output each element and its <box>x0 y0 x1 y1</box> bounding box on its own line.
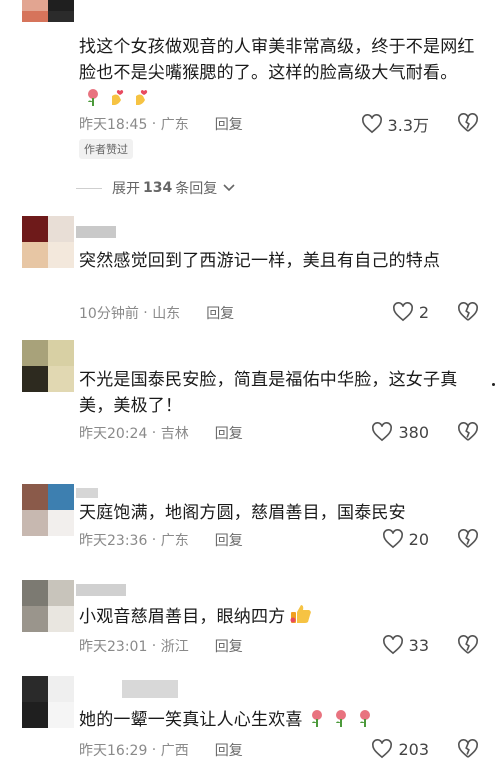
reply-button[interactable]: 回复 <box>206 303 234 323</box>
rose-icon <box>355 708 375 736</box>
hand-heart-icon <box>107 87 127 115</box>
comment-time: 昨天18:45 <box>79 117 148 133</box>
comment-text: 不光是国泰民安脸，简直是福佑中华脸，这女子真美，美极了！ <box>79 370 458 416</box>
broken-heart-icon <box>458 529 478 548</box>
comment-text: 找这个女孩做观音的人审美非常高级，终于不是网红脸也不是尖嘴猴腮的了。这样的脸高级… <box>79 34 479 115</box>
comment-location: 广东 <box>160 117 189 133</box>
comment-time: 昨天20:24 <box>79 426 148 442</box>
dislike-button[interactable] <box>457 635 479 659</box>
like-button[interactable]: 380 <box>371 422 429 442</box>
comment-time: 10分钟前 <box>79 306 139 322</box>
avatar[interactable] <box>22 216 74 268</box>
avatar[interactable] <box>22 676 74 728</box>
comment-meta: 昨天23:01 · 浙江 回复 <box>79 636 243 656</box>
divider <box>76 187 102 189</box>
rose-icon <box>83 87 103 115</box>
broken-heart-icon <box>458 739 478 758</box>
comment-text: 天庭饱满，地阁方圆，慈眉善目，国泰民安 <box>79 503 406 523</box>
comment-text: 小观音慈眉善目，眼纳四方 <box>79 603 479 633</box>
broken-heart-icon <box>458 422 478 441</box>
like-button[interactable]: 33 <box>382 635 429 655</box>
broken-heart-icon <box>458 635 478 654</box>
dislike-button[interactable] <box>457 739 479 763</box>
reply-button[interactable]: 回复 <box>215 530 243 550</box>
dislike-button[interactable] <box>457 113 479 137</box>
comment-meta: 昨天20:24 · 吉林 回复 <box>79 423 243 443</box>
comment-location: 吉林 <box>160 426 189 442</box>
blurred-username <box>76 226 116 238</box>
blurred-username <box>76 488 98 498</box>
like-count: 203 <box>398 739 429 759</box>
heart-icon <box>372 739 393 759</box>
heart-icon <box>392 302 413 322</box>
blurred-username <box>122 680 178 698</box>
dislike-button[interactable] <box>457 529 479 553</box>
comment-location: 广东 <box>160 533 189 549</box>
comment-time: 昨天23:36 <box>79 533 148 549</box>
like-button[interactable]: 2 <box>392 302 429 322</box>
heart-icon <box>361 114 382 134</box>
like-count: 380 <box>398 422 429 442</box>
reply-button[interactable]: 回复 <box>215 740 243 760</box>
dislike-button[interactable] <box>457 422 479 446</box>
rose-icon <box>307 708 327 736</box>
comment-text: 她的一颦一笑真让人心生欢喜 <box>79 707 479 736</box>
chevron-down-icon <box>223 180 235 196</box>
avatar[interactable] <box>22 0 74 22</box>
comment-meta: 昨天16:29 · 广西 回复 <box>79 740 243 760</box>
avatar[interactable] <box>22 340 74 392</box>
comment-location: 山东 <box>152 306 181 322</box>
blurred-username <box>76 584 126 596</box>
like-button[interactable]: 20 <box>382 529 429 549</box>
rose-icon <box>331 708 351 736</box>
dislike-button[interactable] <box>457 302 479 326</box>
like-count: 20 <box>408 529 429 549</box>
expand-replies-button[interactable]: 展开 134 条回复 <box>76 178 235 198</box>
comment-location: 浙江 <box>160 639 189 655</box>
reply-button[interactable]: 回复 <box>215 636 243 656</box>
comment-time: 昨天23:01 <box>79 639 148 655</box>
author-liked-tag: 作者赞过 <box>79 139 133 159</box>
comment-location: 广西 <box>160 743 189 759</box>
comment-time: 昨天16:29 <box>79 743 148 759</box>
broken-heart-icon <box>458 302 478 321</box>
heart-icon <box>382 529 403 549</box>
like-button[interactable]: 203 <box>371 739 429 759</box>
broken-heart-icon <box>458 113 478 132</box>
comment-meta: 昨天18:45 · 广东 回复 <box>79 114 243 134</box>
reply-button[interactable]: 回复 <box>215 114 243 134</box>
comment-meta: 昨天23:36 · 广东 回复 <box>79 530 243 550</box>
heart-icon <box>372 422 393 442</box>
like-button[interactable]: 3.3万 <box>361 112 429 136</box>
like-count: 33 <box>408 635 429 655</box>
stray-dot <box>492 383 495 386</box>
comment-text: 突然感觉回到了西游记一样，美且有自己的特点 <box>79 251 441 271</box>
like-count: 2 <box>418 302 429 322</box>
comment-meta: 10分钟前 · 山东 回复 <box>79 303 235 323</box>
like-count: 3.3万 <box>387 116 429 135</box>
hand-heart-icon <box>131 87 151 115</box>
reply-button[interactable]: 回复 <box>215 423 243 443</box>
thumbs-up-icon <box>289 603 313 633</box>
avatar[interactable] <box>22 580 74 632</box>
heart-icon <box>382 635 403 655</box>
avatar[interactable] <box>22 484 74 536</box>
